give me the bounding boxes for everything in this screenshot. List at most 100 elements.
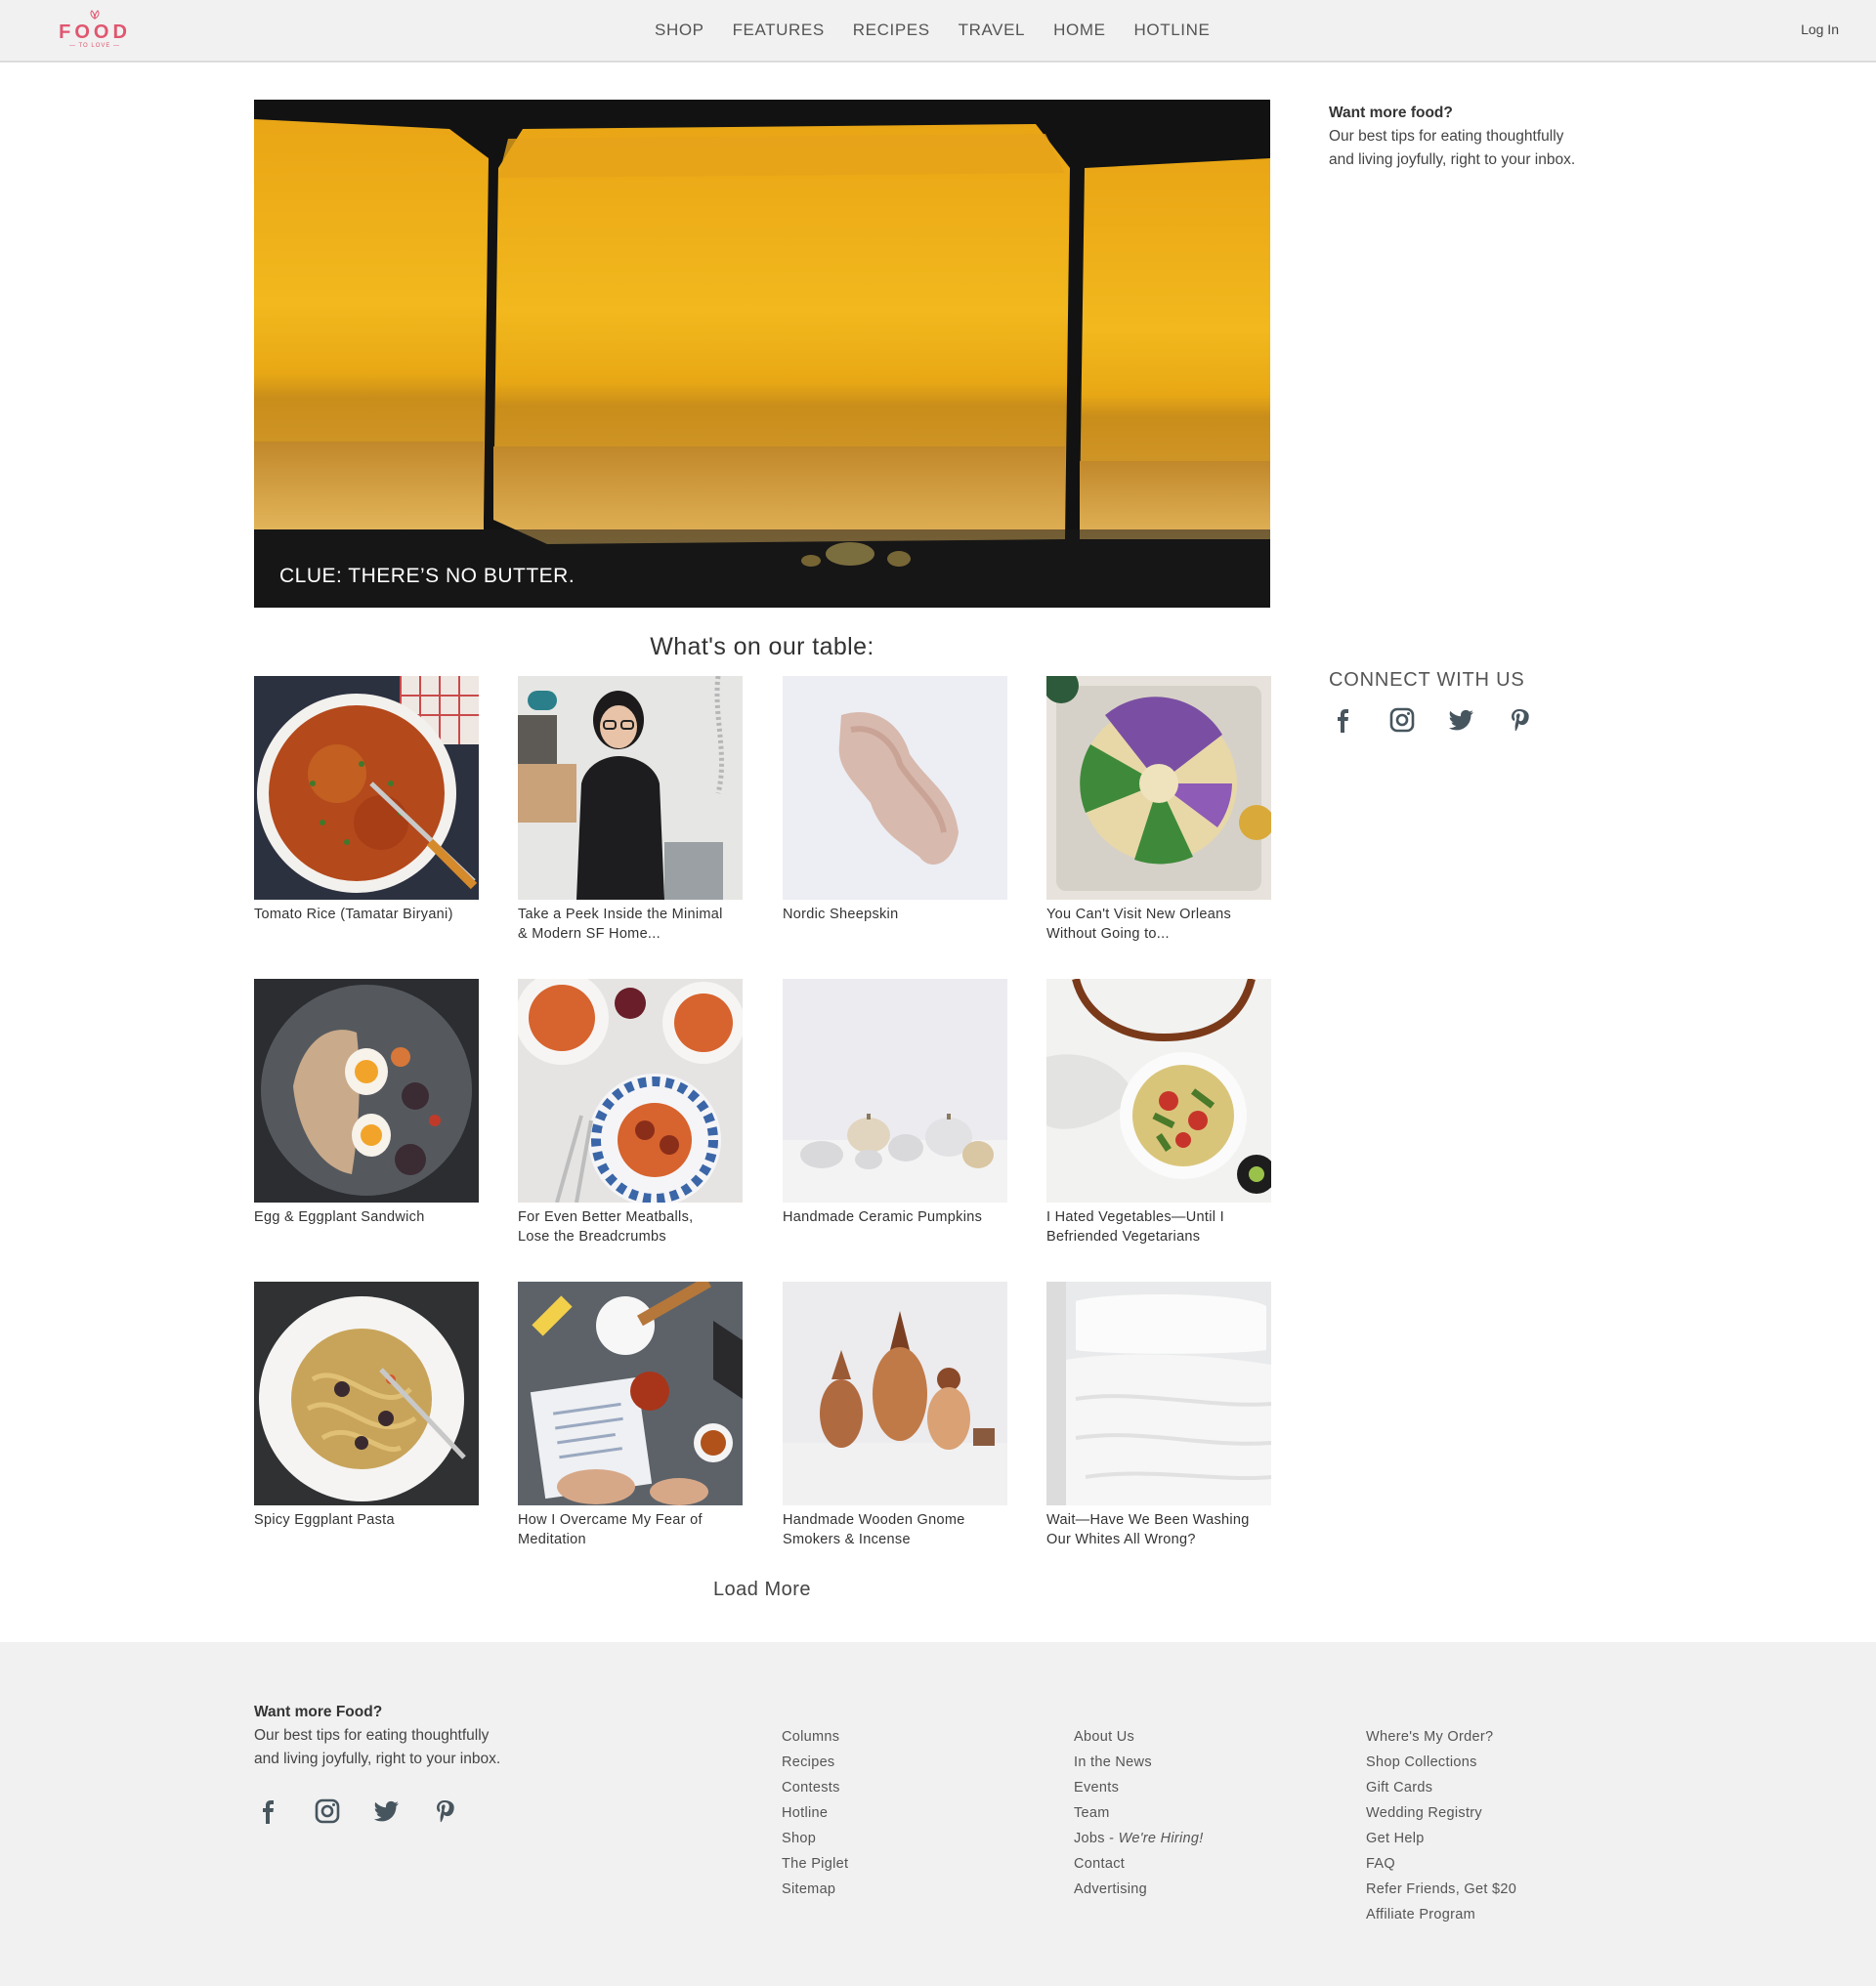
hero-caption: CLUE: THERE’S NO BUTTER.	[279, 565, 576, 587]
footer-link-affiliate[interactable]: Affiliate Program	[1366, 1902, 1516, 1927]
footer-link-help[interactable]: Get Help	[1366, 1826, 1516, 1851]
card-washing-whites[interactable]: Wait—Have We Been Washing Our Whites All…	[1046, 1282, 1271, 1549]
footer-link-team[interactable]: Team	[1074, 1800, 1204, 1826]
instagram-icon[interactable]	[313, 1796, 342, 1826]
card-title-line1: For Even Better Meatballs,	[518, 1209, 694, 1225]
card-title-line1: Handmade Ceramic Pumpkins	[783, 1209, 983, 1225]
card-title-line2: Befriended Vegetarians	[1046, 1229, 1201, 1245]
card-ceramic-pumpkins[interactable]: Handmade Ceramic Pumpkins	[783, 979, 1007, 1227]
card-image	[1046, 1282, 1271, 1505]
footer-link-advertising[interactable]: Advertising	[1074, 1877, 1204, 1902]
jobs-label: Jobs -	[1074, 1831, 1119, 1846]
main-nav: SHOP FEATURES RECIPES TRAVEL HOME HOTLIN…	[655, 20, 1238, 43]
pinterest-icon[interactable]	[430, 1796, 459, 1826]
card-image	[1046, 979, 1271, 1203]
card-title-line2: Without Going to...	[1046, 926, 1170, 942]
login-link[interactable]: Log In	[1801, 21, 1839, 37]
nav-hotline[interactable]: HOTLINE	[1134, 20, 1211, 43]
card-image	[254, 1282, 479, 1505]
card-eggplant-pasta[interactable]: Spicy Eggplant Pasta	[254, 1282, 479, 1530]
hero-image	[254, 100, 1270, 608]
jobs-hiring-label: We're Hiring!	[1118, 1831, 1204, 1846]
footer-link-faq[interactable]: FAQ	[1366, 1851, 1516, 1877]
site-footer: Want more Food? Our best tips for eating…	[0, 1642, 1876, 1986]
footer-newsletter-title: Want more Food?	[254, 1704, 383, 1720]
leaf-icon	[90, 10, 100, 20]
card-title-line1: How I Overcame My Fear of	[518, 1512, 703, 1528]
hero-feature[interactable]: CLUE: THERE’S NO BUTTER.	[254, 100, 1270, 608]
footer-link-hotline[interactable]: Hotline	[782, 1800, 848, 1826]
sidebar-newsletter: Want more food? Our best tips for eating…	[1329, 102, 1661, 172]
card-title: Nordic Sheepskin	[783, 905, 1007, 924]
card-image	[518, 676, 743, 900]
card-new-orleans[interactable]: You Can't Visit New Orleans Without Goin…	[1046, 676, 1271, 944]
card-title-line2: Smokers & Incense	[783, 1532, 911, 1547]
footer-link-shop[interactable]: Shop	[782, 1826, 848, 1851]
card-title: I Hated Vegetables—Until I Befriended Ve…	[1046, 1207, 1271, 1247]
nav-shop[interactable]: SHOP	[655, 20, 704, 43]
logo-tagline: — TO LOVE —	[68, 43, 121, 49]
card-title-line1: You Can't Visit New Orleans	[1046, 907, 1231, 922]
footer-links-company: About Us In the News Events Team Jobs - …	[1074, 1724, 1204, 1902]
card-title-line1: Wait—Have We Been Washing	[1046, 1512, 1250, 1528]
footer-link-jobs[interactable]: Jobs - We're Hiring!	[1074, 1826, 1204, 1851]
footer-link-events[interactable]: Events	[1074, 1775, 1204, 1800]
newsletter-title: Want more food?	[1329, 105, 1453, 121]
card-tomato-rice[interactable]: Tomato Rice (Tamatar Biryani)	[254, 676, 479, 924]
footer-link-collections[interactable]: Shop Collections	[1366, 1750, 1516, 1775]
card-title-line1: Nordic Sheepskin	[783, 907, 899, 922]
card-meditation[interactable]: How I Overcame My Fear of Meditation	[518, 1282, 743, 1549]
connect-title: CONNECT WITH US	[1329, 669, 1525, 691]
footer-link-gift-cards[interactable]: Gift Cards	[1366, 1775, 1516, 1800]
footer-newsletter: Want more Food? Our best tips for eating…	[254, 1701, 586, 1771]
card-title-line2: & Modern SF Home...	[518, 926, 661, 942]
nav-home[interactable]: HOME	[1053, 20, 1105, 43]
site-header: FOOD — TO LOVE — SHOP FEATURES RECIPES T…	[0, 0, 1876, 63]
card-title: You Can't Visit New Orleans Without Goin…	[1046, 905, 1271, 944]
card-sf-home[interactable]: Take a Peek Inside the Minimal & Modern …	[518, 676, 743, 944]
nav-recipes[interactable]: RECIPES	[853, 20, 930, 43]
site-logo[interactable]: FOOD — TO LOVE —	[59, 10, 131, 53]
footer-link-contests[interactable]: Contests	[782, 1775, 848, 1800]
card-wooden-gnome[interactable]: Handmade Wooden Gnome Smokers & Incense	[783, 1282, 1007, 1549]
footer-link-registry[interactable]: Wedding Registry	[1366, 1800, 1516, 1826]
footer-link-news[interactable]: In the News	[1074, 1750, 1204, 1775]
footer-link-recipes[interactable]: Recipes	[782, 1750, 848, 1775]
card-image	[1046, 676, 1271, 900]
card-title: Egg & Eggplant Sandwich	[254, 1207, 479, 1227]
facebook-icon[interactable]	[1329, 705, 1358, 735]
card-image	[518, 979, 743, 1203]
nav-travel[interactable]: TRAVEL	[959, 20, 1025, 43]
card-image	[783, 676, 1007, 900]
card-egg-eggplant[interactable]: Egg & Eggplant Sandwich	[254, 979, 479, 1227]
card-nordic-sheepskin[interactable]: Nordic Sheepskin	[783, 676, 1007, 924]
card-vegetables[interactable]: I Hated Vegetables—Until I Befriended Ve…	[1046, 979, 1271, 1247]
twitter-icon[interactable]	[371, 1796, 401, 1826]
facebook-icon[interactable]	[254, 1796, 283, 1826]
card-image	[783, 1282, 1007, 1505]
footer-link-contact[interactable]: Contact	[1074, 1851, 1204, 1877]
section-title: What's on our table:	[650, 633, 874, 660]
card-meatballs[interactable]: For Even Better Meatballs, Lose the Brea…	[518, 979, 743, 1247]
card-image	[783, 979, 1007, 1203]
nav-features[interactable]: FEATURES	[733, 20, 825, 43]
pinterest-icon[interactable]	[1505, 705, 1534, 735]
newsletter-text-line2: and living joyfully, right to your inbox…	[1329, 151, 1576, 168]
footer-link-about[interactable]: About Us	[1074, 1724, 1204, 1750]
footer-link-columns[interactable]: Columns	[782, 1724, 848, 1750]
footer-link-sitemap[interactable]: Sitemap	[782, 1877, 848, 1902]
card-title-line2: Meditation	[518, 1532, 586, 1547]
footer-links-help: Where's My Order? Shop Collections Gift …	[1366, 1724, 1516, 1927]
instagram-icon[interactable]	[1387, 705, 1417, 735]
footer-link-order[interactable]: Where's My Order?	[1366, 1724, 1516, 1750]
footer-link-refer[interactable]: Refer Friends, Get $20	[1366, 1877, 1516, 1902]
card-title: Spicy Eggplant Pasta	[254, 1510, 479, 1530]
footer-link-piglet[interactable]: The Piglet	[782, 1851, 848, 1877]
card-title-line2: Lose the Breadcrumbs	[518, 1229, 666, 1245]
card-title: Handmade Wooden Gnome Smokers & Incense	[783, 1510, 1007, 1549]
twitter-icon[interactable]	[1446, 705, 1475, 735]
load-more-button[interactable]: Load More	[254, 1579, 1270, 1601]
newsletter-text-line1: Our best tips for eating thoughtfully	[1329, 128, 1564, 145]
footer-links-content: Columns Recipes Contests Hotline Shop Th…	[782, 1724, 848, 1902]
footer-newsletter-line1: Our best tips for eating thoughtfully	[254, 1727, 490, 1744]
